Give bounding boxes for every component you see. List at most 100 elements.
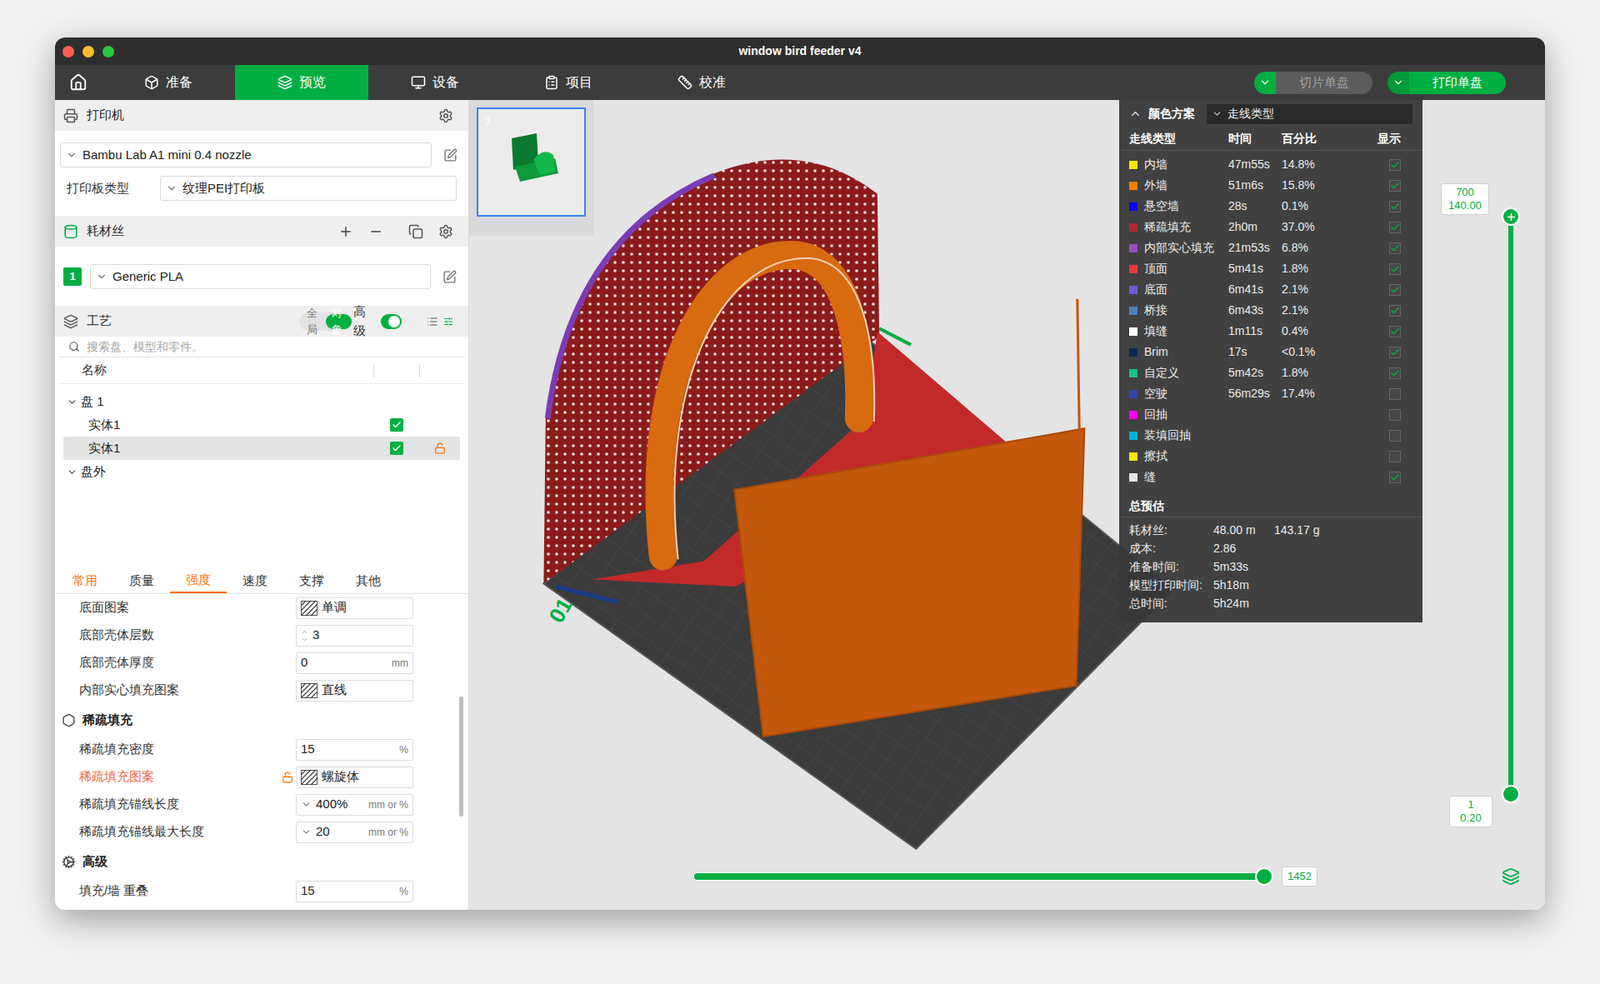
settings-tab[interactable]: 支撑: [283, 569, 340, 594]
filament-select[interactable]: Generic PLA: [90, 264, 431, 290]
setting-field[interactable]: 3: [295, 625, 414, 647]
zoom-button[interactable]: [102, 45, 115, 58]
setting-field[interactable]: 螺旋体: [295, 766, 414, 789]
legend-row[interactable]: 桥接6m43s2.1%: [1119, 300, 1423, 321]
close-button[interactable]: [62, 45, 75, 58]
collapse-icon[interactable]: [1129, 107, 1142, 120]
visibility-checkbox[interactable]: [390, 418, 404, 432]
mode-toggle[interactable]: 全局对象: [299, 312, 354, 331]
home-button[interactable]: [55, 65, 102, 100]
move-thumb[interactable]: [1255, 867, 1274, 886]
upper-thumb[interactable]: [1501, 207, 1520, 226]
minus-icon[interactable]: [368, 224, 384, 240]
legend-checkbox[interactable]: [1389, 200, 1401, 213]
setting-field[interactable]: 20mm or %: [295, 821, 414, 844]
layers-icon[interactable]: [1501, 867, 1520, 886]
legend-row[interactable]: 回抽: [1119, 404, 1423, 425]
chevron-down-icon[interactable]: [66, 466, 78, 478]
plus-icon[interactable]: [338, 224, 354, 240]
gear-icon[interactable]: [438, 224, 454, 240]
chevron-down-icon[interactable]: [66, 396, 78, 408]
settings-tab[interactable]: 其他: [340, 569, 397, 594]
setting-field[interactable]: 单调: [295, 597, 414, 620]
legend-checkbox[interactable]: [1389, 388, 1401, 400]
settings-tab[interactable]: 质量: [113, 569, 170, 594]
legend-row[interactable]: 外墙51m6s15.8%: [1119, 175, 1423, 196]
mode-option[interactable]: 对象: [325, 314, 351, 330]
compare-icon[interactable]: [443, 315, 454, 329]
legend-row[interactable]: 填缝1m11s0.4%: [1119, 320, 1423, 342]
lower-thumb[interactable]: [1501, 785, 1520, 804]
tree-group[interactable]: 盘外: [55, 460, 469, 484]
sync-icon[interactable]: [408, 224, 424, 240]
visibility-checkbox[interactable]: [390, 441, 404, 455]
minimize-button[interactable]: [82, 45, 95, 58]
legend-checkbox[interactable]: [1389, 242, 1401, 255]
scrollbar[interactable]: [459, 696, 464, 817]
search-field[interactable]: 搜索盘、模型和零件。: [58, 336, 465, 358]
layer-slider[interactable]: [1508, 216, 1514, 795]
lock-icon[interactable]: [434, 442, 446, 455]
legend-row[interactable]: 缝: [1119, 466, 1423, 488]
legend-checkbox[interactable]: [1389, 159, 1401, 171]
nav-tab[interactable]: 设备: [368, 65, 502, 100]
legend-row[interactable]: 稀疏填充2h0m37.0%: [1119, 216, 1423, 238]
legend-row[interactable]: 底面6m41s2.1%: [1119, 279, 1423, 300]
step-down-icon[interactable]: [300, 635, 309, 644]
lock-icon[interactable]: [281, 771, 294, 784]
setting-field[interactable]: 400%mm or %: [295, 794, 414, 816]
legend-row[interactable]: 自定义5m42s1.8%: [1119, 362, 1423, 384]
settings-tab[interactable]: 常用: [56, 569, 114, 594]
viewport[interactable]: 011颜色方案走线类型走线类型时间百分比显示内墙47m55s14.8%外墙51m…: [469, 100, 1545, 910]
list-icon[interactable]: [426, 314, 439, 330]
filament-badge[interactable]: 1: [63, 267, 82, 286]
tree-object[interactable]: 实体1: [63, 413, 460, 437]
print-button[interactable]: 打印单盘: [1387, 71, 1506, 95]
legend-checkbox[interactable]: [1389, 180, 1401, 192]
legend-row[interactable]: 悬空墙28s0.1%: [1119, 195, 1423, 217]
setting-field[interactable]: 0mm: [295, 652, 414, 675]
chevron-down-icon[interactable]: [1259, 76, 1271, 89]
setting-field[interactable]: 直线: [295, 680, 414, 702]
nav-tab[interactable]: 校准: [635, 65, 769, 100]
legend-row[interactable]: 内部实心填充21m53s6.8%: [1119, 237, 1423, 259]
legend-checkbox[interactable]: [1389, 430, 1401, 442]
setting-field[interactable]: 15%: [295, 739, 414, 761]
legend-checkbox[interactable]: [1389, 409, 1401, 421]
chevron-down-icon[interactable]: [300, 826, 312, 838]
slice-button[interactable]: 切片单盘: [1254, 71, 1373, 95]
nav-tab[interactable]: 准备: [101, 65, 235, 100]
gear-icon[interactable]: [438, 108, 454, 124]
step-up-icon[interactable]: [300, 628, 309, 636]
chevron-down-icon[interactable]: [1392, 76, 1405, 89]
plate-type-select[interactable]: 纹理PEI打印板: [160, 175, 457, 201]
legend-row[interactable]: 擦拭: [1119, 445, 1423, 467]
settings-tab[interactable]: 速度: [226, 569, 284, 594]
edit-icon[interactable]: [443, 148, 458, 163]
setting-field[interactable]: 15%: [295, 880, 414, 903]
move-slider[interactable]: [693, 872, 1265, 881]
tree-object[interactable]: 实体1: [63, 436, 460, 460]
edit-icon[interactable]: [442, 270, 457, 285]
legend-row[interactable]: Brim17s<0.1%: [1119, 341, 1423, 363]
scheme-select[interactable]: 走线类型: [1206, 104, 1413, 125]
legend-checkbox[interactable]: [1389, 221, 1401, 234]
legend-row[interactable]: 空驶56m29s17.4%: [1119, 383, 1423, 405]
legend-checkbox[interactable]: [1389, 346, 1401, 359]
legend-checkbox[interactable]: [1389, 471, 1401, 484]
legend-checkbox[interactable]: [1389, 367, 1401, 380]
legend-row[interactable]: 装填回抽: [1119, 425, 1423, 446]
legend-checkbox[interactable]: [1389, 263, 1401, 275]
legend-checkbox[interactable]: [1389, 325, 1401, 338]
nav-tab[interactable]: 项目: [501, 65, 635, 100]
chevron-down-icon[interactable]: [300, 799, 312, 810]
legend-row[interactable]: 顶面5m41s1.8%: [1119, 258, 1423, 280]
nav-tab[interactable]: 预览: [235, 65, 369, 100]
printer-select[interactable]: Bambu Lab A1 mini 0.4 nozzle: [60, 142, 432, 168]
tree-group[interactable]: 盘 1: [55, 390, 469, 414]
legend-checkbox[interactable]: [1389, 305, 1401, 317]
legend-row[interactable]: 内墙47m55s14.8%: [1119, 154, 1423, 175]
settings-tab[interactable]: 强度: [170, 569, 227, 594]
mode-option[interactable]: 全局: [300, 314, 326, 330]
plate-thumbnail[interactable]: 1: [476, 107, 586, 217]
